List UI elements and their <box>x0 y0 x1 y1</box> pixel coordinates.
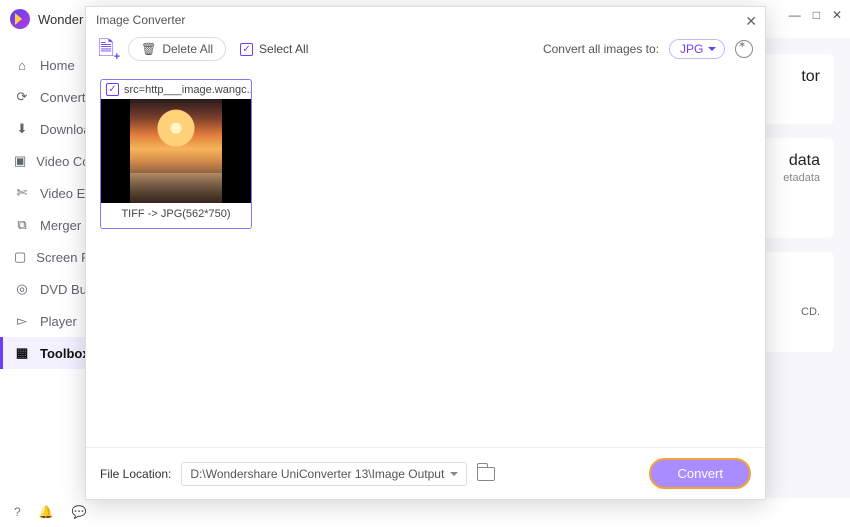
sidebar-item-label: Toolbox <box>40 346 90 361</box>
modal-footer: File Location: D:\Wondershare UniConvert… <box>86 447 765 499</box>
record-icon: ▢ <box>14 249 26 265</box>
main-window-controls: — □ ✕ <box>789 8 842 22</box>
select-all-checkbox[interactable]: ✓ Select All <box>240 42 308 56</box>
output-format-value: JPG <box>680 42 703 56</box>
play-icon: ▻ <box>14 313 30 329</box>
sidebar-item-label: Player <box>40 314 77 329</box>
select-all-label: Select All <box>259 42 308 56</box>
modal-toolbar: 🗎 🗑 Delete All ✓ Select All Convert all … <box>86 33 765 71</box>
thumbnail-caption: TIFF -> JPG(562*750) <box>101 203 251 228</box>
delete-all-label: Delete All <box>162 42 213 56</box>
brand-logo-icon <box>10 9 30 29</box>
minimize-icon[interactable]: — <box>789 8 801 22</box>
brand-name: Wonder <box>38 12 83 27</box>
modal-title: Image Converter <box>86 7 765 33</box>
thumbnail-filename: src=http___image.wangc... <box>124 84 251 96</box>
sidebar-item-label: Home <box>40 58 75 73</box>
chat-icon[interactable]: 💬 <box>72 505 87 519</box>
compress-icon: ▣ <box>14 153 26 169</box>
disc-icon: ◎ <box>14 281 30 297</box>
download-icon: ⬇ <box>14 121 30 137</box>
thumbnail-area: ✓ src=http___image.wangc... TIFF -> JPG(… <box>86 71 765 447</box>
file-location-value: D:\Wondershare UniConverter 13\Image Out… <box>190 467 444 481</box>
add-file-icon[interactable]: 🗎 <box>98 39 114 59</box>
trash-icon: 🗑 <box>141 42 156 56</box>
settings-icon[interactable] <box>735 40 753 58</box>
file-location-label: File Location: <box>100 467 171 481</box>
output-format-select[interactable]: JPG <box>669 39 725 59</box>
thumbnail-preview <box>101 99 251 203</box>
bell-icon[interactable]: 🔔 <box>39 505 54 519</box>
checkbox-icon[interactable]: ✓ <box>106 83 119 96</box>
bottom-bar: ? 🔔 💬 <box>0 497 101 527</box>
merge-icon: ⧉ <box>14 217 30 233</box>
close-icon[interactable]: ✕ <box>745 13 757 30</box>
close-main-icon[interactable]: ✕ <box>832 8 842 22</box>
open-folder-icon[interactable] <box>477 467 495 481</box>
file-location-select[interactable]: D:\Wondershare UniConverter 13\Image Out… <box>181 462 467 486</box>
checkbox-icon: ✓ <box>240 43 253 56</box>
converter-icon: ⟳ <box>14 89 30 105</box>
convert-all-label: Convert all images to: <box>543 42 659 56</box>
image-thumbnail[interactable]: ✓ src=http___image.wangc... TIFF -> JPG(… <box>100 79 252 229</box>
help-icon[interactable]: ? <box>14 505 21 519</box>
scissors-icon: ✄ <box>14 185 30 201</box>
delete-all-button[interactable]: 🗑 Delete All <box>128 37 226 61</box>
sunset-image-icon <box>130 99 222 203</box>
sidebar-item-label: Merger <box>40 218 81 233</box>
maximize-icon[interactable]: □ <box>813 8 820 22</box>
convert-button[interactable]: Convert <box>649 458 751 489</box>
grid-icon: ▦ <box>14 345 30 361</box>
image-converter-modal: Image Converter ✕ 🗎 🗑 Delete All ✓ Selec… <box>85 6 766 500</box>
home-icon: ⌂ <box>14 58 30 73</box>
